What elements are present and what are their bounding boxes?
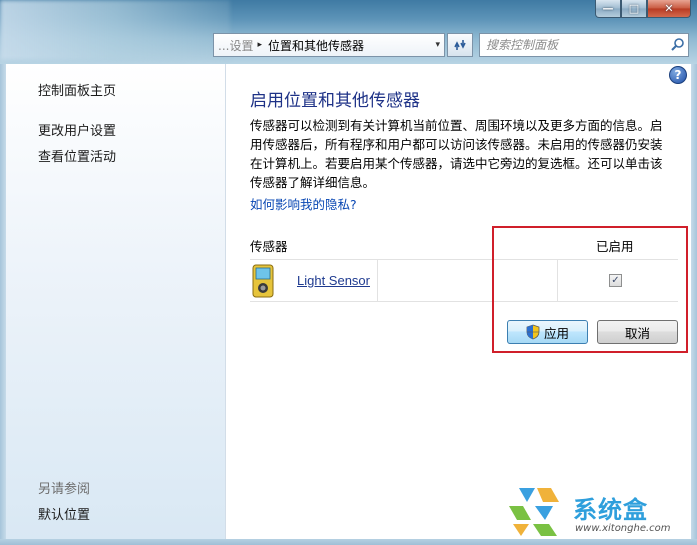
search-box[interactable] [479, 33, 689, 57]
address-bar[interactable]: ...设置 ▸ 位置和其他传感器 ▾ [213, 33, 445, 57]
window-frame-right [691, 64, 697, 539]
cancel-button[interactable]: 取消 [597, 320, 678, 344]
sidebar-item-default-location[interactable]: 默认位置 [38, 504, 90, 523]
watermark-logo-icon [509, 488, 559, 536]
blurred-region [0, 0, 230, 60]
column-header-sensor: 传感器 [250, 239, 288, 254]
maximize-icon: □ [628, 2, 640, 15]
watermark: 系统盒 www.xitonghe.com [505, 486, 690, 541]
main-content: ? 启用位置和其他传感器 传感器可以检测到有关计算机当前位置、周围环境以及更多方… [226, 64, 691, 539]
maximize-button[interactable]: □ [621, 0, 647, 18]
help-icon[interactable]: ? [669, 66, 687, 84]
uac-shield-icon [526, 324, 540, 340]
sidebar-home-link[interactable]: 控制面板主页 [38, 80, 116, 99]
minimize-icon: — [602, 2, 614, 15]
sidebar-item-view-location-activity[interactable]: 查看位置活动 [38, 146, 116, 165]
see-also-heading: 另请参阅 [38, 482, 91, 497]
minimize-button[interactable]: — [595, 0, 621, 18]
sidebar: 控制面板主页 更改用户设置 查看位置活动 另请参阅 默认位置 [6, 64, 226, 539]
page-description: 传感器可以检测到有关计算机当前位置、周围环境以及更多方面的信息。启用传感器后，所… [250, 118, 663, 190]
close-icon: ✕ [664, 2, 674, 15]
sensor-name-link[interactable]: Light Sensor [297, 273, 370, 288]
window-frame-bottom [0, 539, 697, 545]
address-dropdown-icon[interactable]: ▾ [435, 40, 444, 50]
privacy-link[interactable]: 如何影响我的隐私? [250, 194, 357, 213]
apply-button[interactable]: 应用 [507, 320, 588, 344]
watermark-name: 系统盒 [573, 496, 648, 524]
row-divider [377, 260, 378, 302]
watermark-url: www.xitonghe.com [575, 523, 671, 534]
search-input[interactable] [486, 38, 668, 52]
search-icon[interactable] [668, 37, 688, 54]
refresh-button[interactable] [447, 33, 473, 57]
breadcrumb-current[interactable]: 位置和其他传感器 [268, 37, 435, 54]
sidebar-item-change-user-settings[interactable]: 更改用户设置 [38, 120, 116, 139]
page-title: 启用位置和其他传感器 [250, 91, 420, 111]
close-button[interactable]: ✕ [647, 0, 691, 18]
breadcrumb-separator-icon[interactable]: ▸ [257, 40, 262, 50]
window-controls: — □ ✕ [595, 0, 691, 18]
apply-button-label: 应用 [543, 325, 569, 341]
refresh-icon [454, 40, 466, 50]
light-sensor-icon [252, 264, 274, 298]
breadcrumb-previous[interactable]: ...设置 [218, 37, 253, 54]
